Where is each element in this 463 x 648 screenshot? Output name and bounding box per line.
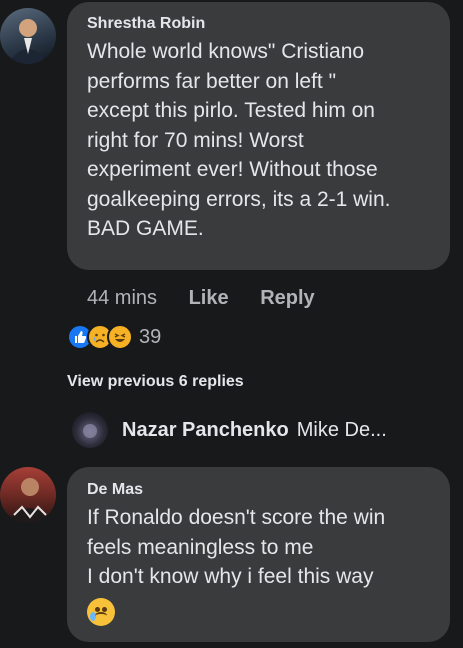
avatar-image [8,19,48,64]
comment-text: Whole world knows" Cristiano performs fa… [87,40,391,240]
avatar-image [6,478,52,523]
avatar-nazar-panchenko [72,412,108,448]
reaction-summary[interactable]: 39 [67,324,161,350]
comment-text: If Ronaldo doesn't score the win feels m… [87,506,386,588]
comment-time[interactable]: 44 mins [87,287,157,309]
crying-face-icon [87,597,115,626]
avatar-shrestha-robin[interactable] [0,8,56,64]
haha-icon [107,324,133,350]
comment-actions: 44 mins Like Reply [87,287,315,310]
reply-button[interactable]: Reply [260,287,314,309]
reply-author[interactable]: Nazar Panchenko [122,419,289,442]
comment-bubble: De Mas If Ronaldo doesn't score the win … [67,467,450,642]
reply-preview[interactable]: Nazar Panchenko Mike De... [72,412,387,448]
reaction-count: 39 [139,325,162,348]
comment-author[interactable]: Shrestha Robin [87,15,432,33]
comment-author[interactable]: De Mas [87,481,432,499]
reply-text: Mike De... [296,418,387,441]
view-previous-replies[interactable]: View previous 6 replies [67,373,244,391]
comment-bubble: Shrestha Robin Whole world knows" Cristi… [67,2,450,270]
like-button[interactable]: Like [189,287,229,309]
avatar-de-mas[interactable] [0,467,56,523]
